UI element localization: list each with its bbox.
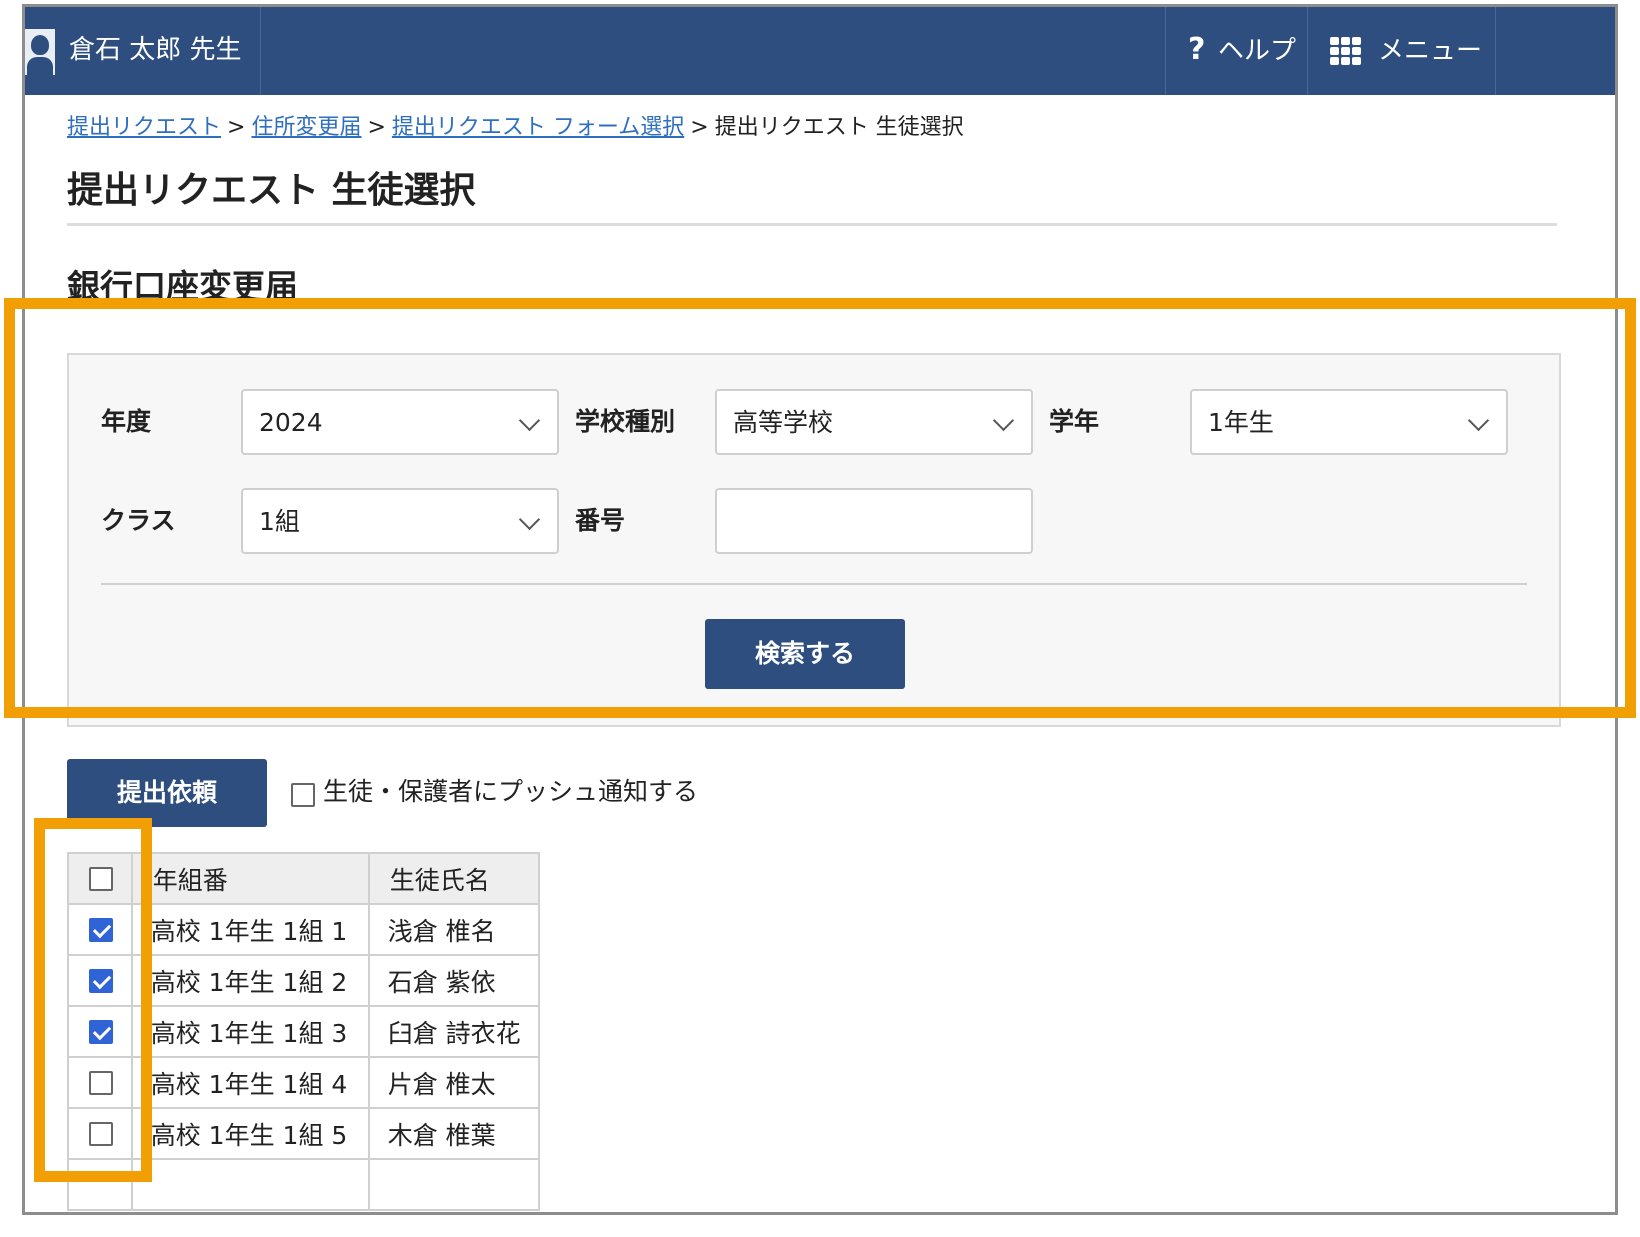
breadcrumb-separator: > bbox=[690, 115, 709, 140]
row-class-no: 高校 1年生 1組 3 bbox=[150, 1018, 348, 1048]
select-all-cell bbox=[67, 852, 133, 905]
class-select[interactable]: 1組 bbox=[241, 488, 559, 554]
chevron-down-icon bbox=[518, 409, 541, 432]
student-table: 年組番 生徒氏名 高校 1年生 1組 1 浅倉 椎名 高校 1年生 1組 2 石… bbox=[67, 852, 541, 1211]
row-class-no: 高校 1年生 1組 4 bbox=[150, 1069, 348, 1099]
row-student-name: 臼倉 詩衣花 bbox=[387, 1018, 521, 1048]
school-type-select-value: 高等学校 bbox=[733, 408, 834, 437]
row-class-no: 高校 1年生 1組 1 bbox=[150, 916, 348, 946]
number-input[interactable] bbox=[715, 488, 1033, 554]
column-header-class-no-label: 年組番 bbox=[152, 865, 228, 895]
row-checkbox[interactable] bbox=[89, 1122, 113, 1146]
table-header-row: 年組番 生徒氏名 bbox=[67, 852, 541, 905]
chevron-down-icon bbox=[992, 409, 1015, 432]
row-checkbox[interactable] bbox=[89, 969, 113, 993]
year-select[interactable]: 2024 bbox=[241, 389, 559, 455]
search-panel: 年度 2024 学校種別 高等学校 学年 1年生 クラス 1組 番号 検索する bbox=[67, 353, 1561, 727]
school-type-label: 学校種別 bbox=[575, 407, 676, 436]
class-label: クラス bbox=[101, 506, 176, 535]
row-checkbox[interactable] bbox=[89, 1071, 113, 1095]
submit-request-button[interactable]: 提出依頼 bbox=[67, 759, 267, 827]
table-row[interactable]: 高校 1年生 1組 2 石倉 紫依 bbox=[67, 954, 541, 1007]
select-all-checkbox[interactable] bbox=[89, 867, 113, 891]
breadcrumb-current: 提出リクエスト 生徒選択 bbox=[714, 115, 964, 140]
breadcrumb: 提出リクエスト > 住所変更届 > 提出リクエスト フォーム選択 > 提出リクエスト 生徒選… bbox=[67, 113, 964, 143]
chevron-down-icon bbox=[1467, 409, 1490, 432]
column-header-name-label: 生徒氏名 bbox=[389, 865, 490, 895]
row-checkbox[interactable] bbox=[89, 918, 113, 942]
table-row[interactable]: 高校 1年生 1組 3 臼倉 詩衣花 bbox=[67, 1005, 541, 1058]
row-student-name: 木倉 椎葉 bbox=[387, 1120, 496, 1150]
app-window: 倉石 太郎 先生 ? ヘルプ メニュー 提出リクエスト > 住所変更届 > 提出リクエス… bbox=[22, 4, 1618, 1215]
push-notify-label: 生徒・保護者にプッシュ通知する bbox=[323, 777, 699, 806]
top-header: 倉石 太郎 先生 ? ヘルプ メニュー bbox=[25, 7, 1615, 95]
row-class-no: 高校 1年生 1組 2 bbox=[150, 967, 348, 997]
help-label: ヘルプ bbox=[1218, 36, 1297, 66]
menu-label: メニュー bbox=[1378, 36, 1483, 66]
grade-label: 学年 bbox=[1049, 407, 1100, 436]
breadcrumb-separator: > bbox=[227, 115, 246, 140]
breadcrumb-separator: > bbox=[367, 115, 386, 140]
table-row[interactable]: 高校 1年生 1組 1 浅倉 椎名 bbox=[67, 903, 541, 956]
user-name: 倉石 太郎 先生 bbox=[69, 35, 242, 65]
menu-button[interactable]: メニュー bbox=[1307, 7, 1496, 95]
grade-select-value: 1年生 bbox=[1208, 408, 1274, 437]
chevron-down-icon bbox=[518, 508, 541, 531]
breadcrumb-link-form-select[interactable]: 提出リクエスト フォーム選択 bbox=[392, 115, 684, 140]
push-notify-checkbox[interactable] bbox=[291, 783, 315, 807]
grade-select[interactable]: 1年生 bbox=[1190, 389, 1508, 455]
table-row[interactable]: 高校 1年生 1組 4 片倉 椎太 bbox=[67, 1056, 541, 1109]
class-select-value: 1組 bbox=[259, 507, 300, 536]
user-area[interactable]: 倉石 太郎 先生 bbox=[25, 7, 261, 95]
help-icon: ? bbox=[1188, 32, 1206, 67]
number-label: 番号 bbox=[575, 506, 626, 535]
table-row[interactable]: 高校 1年生 1組 5 木倉 椎葉 bbox=[67, 1107, 541, 1160]
page-title: 提出リクエスト 生徒選択 bbox=[67, 170, 476, 211]
help-button[interactable]: ? ヘルプ bbox=[1165, 7, 1308, 95]
row-checkbox[interactable] bbox=[89, 1020, 113, 1044]
breadcrumb-link-address-change[interactable]: 住所変更届 bbox=[251, 115, 361, 140]
grid-menu-icon bbox=[1330, 37, 1362, 65]
column-header-class-no: 年組番 bbox=[130, 852, 370, 905]
search-button[interactable]: 検索する bbox=[705, 619, 905, 689]
row-class-no: 高校 1年生 1組 5 bbox=[150, 1120, 348, 1150]
breadcrumb-link-submit-request[interactable]: 提出リクエスト bbox=[67, 115, 221, 140]
row-student-name: 石倉 紫依 bbox=[387, 967, 496, 997]
school-type-select[interactable]: 高等学校 bbox=[715, 389, 1033, 455]
year-select-value: 2024 bbox=[259, 408, 323, 437]
title-divider bbox=[67, 223, 1557, 226]
row-student-name: 浅倉 椎名 bbox=[387, 916, 496, 946]
window-bottom-border bbox=[22, 1212, 1618, 1215]
year-label: 年度 bbox=[101, 407, 152, 436]
form-title: 銀行口座変更届 bbox=[67, 267, 298, 306]
column-header-name: 生徒氏名 bbox=[367, 852, 541, 905]
table-row-partial bbox=[67, 1158, 541, 1211]
row-student-name: 片倉 椎太 bbox=[387, 1069, 496, 1099]
user-avatar-icon bbox=[25, 29, 55, 75]
search-panel-divider bbox=[101, 583, 1527, 585]
